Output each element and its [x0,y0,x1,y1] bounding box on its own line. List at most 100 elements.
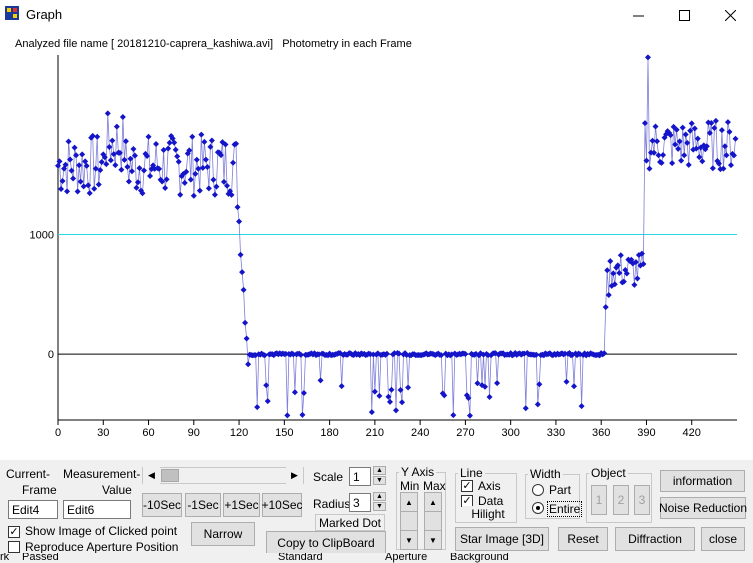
data-point-407 [669,160,676,167]
hilight-button[interactable]: Hilight [462,506,514,522]
show-image-label: Show Image of Clicked point [25,524,178,538]
scroll-left-arrow[interactable]: ◀ [143,467,160,484]
current-frame-label-1: Current- [6,467,51,481]
narrow-button[interactable]: Narrow [191,522,255,546]
x-tick-label-420: 420 [683,427,701,439]
data-point-366 [607,258,614,265]
data-point-364 [604,267,611,274]
copy-clipboard-button[interactable]: Copy to ClipBoard [266,531,386,554]
data-point-97 [201,138,208,145]
radius-down-spinner[interactable]: ▼ [373,502,386,511]
minus-1-sec-button[interactable]: -1Sec [185,493,221,517]
data-point-61 [147,172,154,179]
y-max-up-button[interactable]: ▲ [424,492,442,512]
data-point-310 [522,405,529,412]
y-max-down-button[interactable]: ▼ [424,530,442,550]
data-point-13 [74,188,81,195]
data-point-124 [242,319,249,326]
entire-radio[interactable] [532,502,544,514]
data-point-382 [631,281,638,288]
data-point-391 [644,54,651,61]
data-point-174 [317,377,324,384]
data-point-414 [679,124,686,131]
data-point-420 [688,120,695,127]
data-point-38 [112,162,119,169]
y-min-mid-button[interactable] [400,511,418,531]
radius-label: Radius [313,497,351,511]
data-point-89 [189,133,196,140]
data-point-418 [685,161,692,168]
data-point-232 [405,384,412,391]
object-2-button[interactable]: 2 [613,485,629,515]
measurement-value-field[interactable]: Edit6 [63,500,131,519]
data-point-43 [119,114,126,121]
data-point-401 [660,151,667,158]
reproduce-checkbox[interactable] [8,541,20,553]
data-point-342 [571,383,578,390]
reset-button[interactable]: Reset [558,527,608,551]
plus-10-sec-button[interactable]: +10Sec [261,493,303,517]
x-tick-label-30: 30 [97,427,109,439]
data-point-36 [109,137,116,144]
axis-checkbox[interactable]: ✓ [461,480,473,492]
data-point-139 [264,398,271,405]
frame-scrollbar[interactable]: ◀ ▶ [142,467,304,484]
x-tick-label-300: 300 [501,427,519,439]
object-1-button[interactable]: 1 [591,485,607,515]
data-point-26 [94,133,101,140]
status-text-4: Aperture [385,553,428,563]
scroll-right-arrow[interactable]: ▶ [286,467,303,484]
y-max-mid-button[interactable] [424,511,442,531]
data-point-347 [578,403,585,410]
x-tick-label-210: 210 [366,427,384,439]
diffraction-button[interactable]: Diffraction [615,527,695,551]
current-frame-label-2: Frame [22,483,57,497]
data-point-10 [70,175,77,182]
status-text-1: rk [0,553,10,563]
data-point-220 [386,398,393,405]
minus-10-sec-button[interactable]: -10Sec [142,493,182,517]
data-point-88 [187,176,194,183]
scale-field[interactable]: 1 [349,467,371,486]
series-line [57,57,736,416]
noise-reduction-button[interactable]: Noise Reduction [659,497,747,519]
data-point-125 [243,335,250,342]
line-label: Line [458,466,485,480]
scroll-thumb[interactable] [161,469,179,482]
data-point-152 [284,412,291,419]
data-point-73 [165,145,172,152]
data-point-446 [727,162,734,169]
part-radio[interactable] [532,484,544,496]
data-point-157 [291,389,298,396]
data-point-221 [388,386,395,393]
y-min-up-button[interactable]: ▲ [400,492,418,512]
width-label: Width [528,467,563,481]
scale-up-spinner[interactable]: ▲ [373,466,386,475]
star-image-3d-button[interactable]: Star Image [3D] [455,527,549,551]
data-point-123 [240,286,247,293]
data-point-2 [58,186,65,193]
data-point-70 [160,146,167,153]
photometry-chart[interactable]: 0 30 60 90 120 150 180 210 240 270 300 330 360 390 420… [0,0,753,460]
data-point-104 [211,191,218,198]
close-button[interactable]: close [701,527,745,551]
x-tick-label-150: 150 [275,427,293,439]
status-bar: rk Passed Standard Aperture Background [0,553,753,563]
object-3-button[interactable]: 3 [634,485,650,515]
data-point-396 [652,123,659,130]
information-button[interactable]: information [660,470,745,492]
current-frame-field[interactable]: Edit4 [8,500,58,519]
data-point-95 [198,131,205,138]
data-point-416 [682,131,689,138]
data-point-65 [153,141,160,148]
data-point-16 [79,151,86,158]
data-point-444 [724,119,731,126]
data-point-71 [162,185,169,192]
y-min-down-button[interactable]: ▼ [400,530,418,550]
show-image-checkbox[interactable]: ✓ [8,526,20,538]
marked-dot-button[interactable]: Marked Dot [315,514,385,531]
radius-field[interactable]: 3 [349,493,371,512]
plus-1-sec-button[interactable]: +1Sec [223,493,260,517]
scale-down-spinner[interactable]: ▼ [373,476,386,485]
radius-up-spinner[interactable]: ▲ [373,492,386,501]
